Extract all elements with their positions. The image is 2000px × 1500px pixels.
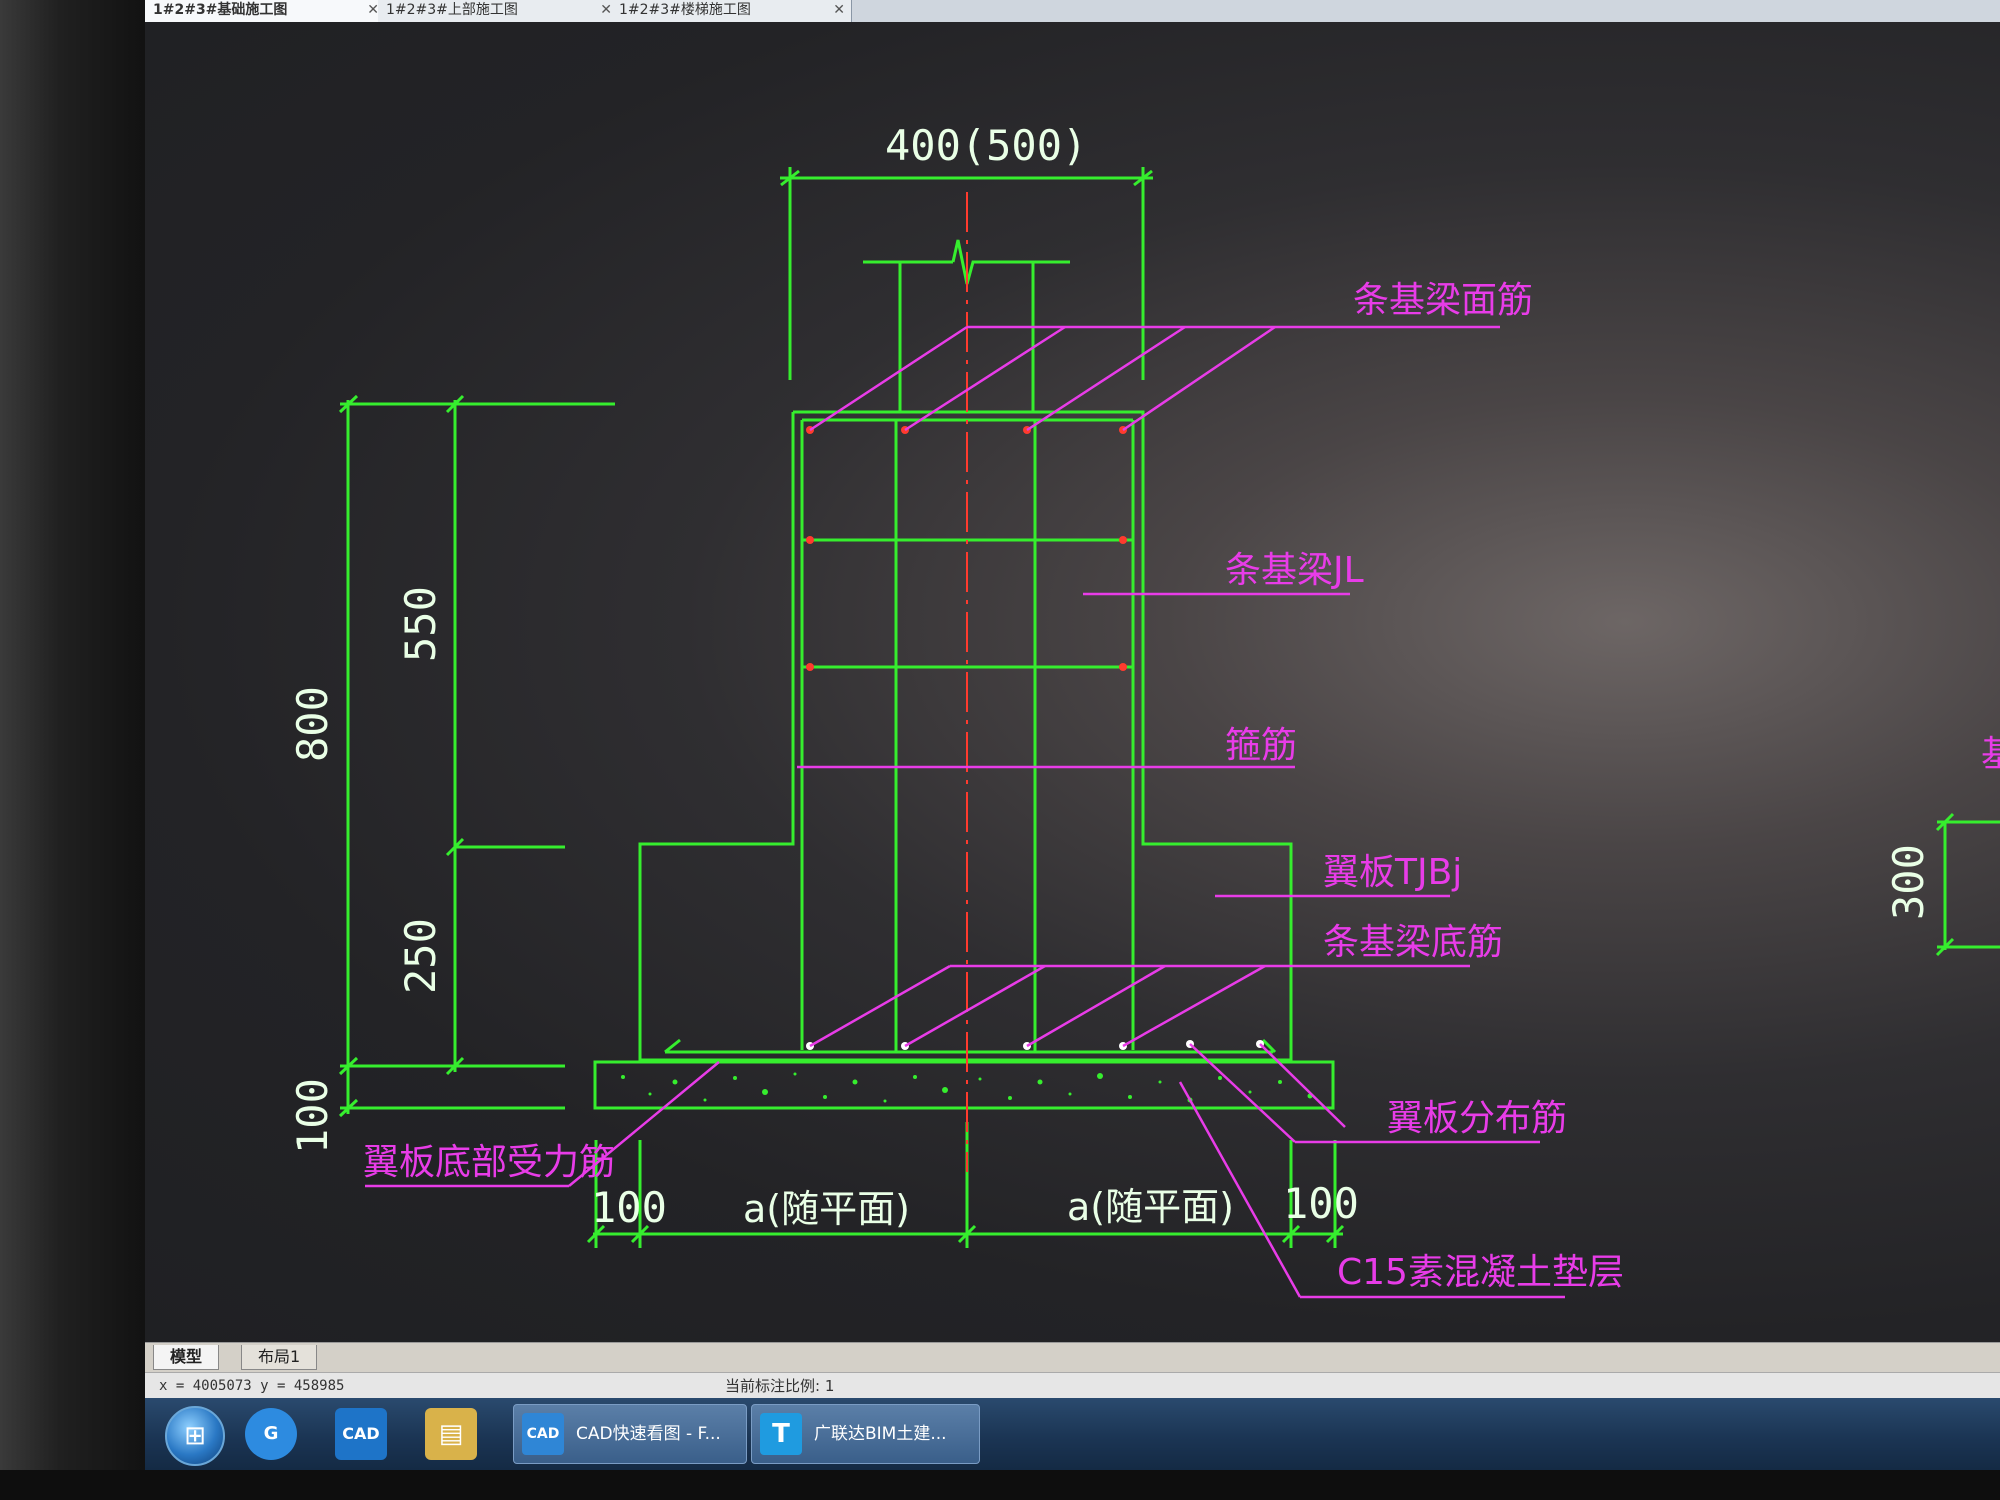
label-wing-bottom-bar: 翼板底部受力筋 xyxy=(363,1142,615,1183)
dim-300: 300 xyxy=(1884,844,1933,920)
start-button[interactable]: ⊞ xyxy=(165,1406,225,1466)
dim-800: 800 xyxy=(288,686,337,762)
doc-tab-foundation[interactable]: 1#2#3#基础施工图 ✕ xyxy=(145,0,386,22)
cad-drawing: 400(500) 800 550 250 100 300 100 100 a(随… xyxy=(288,121,2000,1299)
cursor-coordinates: x = 4005073 y = 458985 xyxy=(159,1378,345,1394)
screen: 1#2#3#基础施工图 ✕ 1#2#3#上部施工图 ✕ 1#2#3#楼梯施工图 ✕ xyxy=(145,0,2000,1470)
cad-app-icon[interactable]: CAD xyxy=(335,1408,387,1460)
task-label: 广联达BIM土建... xyxy=(814,1424,947,1444)
label-right-partial: 基 xyxy=(1981,734,2000,775)
dim-bottom-a-left: a(随平面) xyxy=(743,1187,910,1231)
doc-tab-label: 1#2#3#楼梯施工图 xyxy=(619,2,751,18)
taskbar: ⊞ G CAD ▤ CAD CAD快速看图 - F... T 广联达BIM土建.… xyxy=(145,1398,2000,1470)
dimension-texts-cn: a(随平面) a(随平面) xyxy=(743,1185,1234,1231)
dim-250: 250 xyxy=(396,918,445,994)
close-icon[interactable]: ✕ xyxy=(833,0,845,20)
doc-tab-label: 1#2#3#基础施工图 xyxy=(153,2,288,18)
label-wing-dist-bar: 翼板分布筋 xyxy=(1387,1098,1567,1139)
task-glodon-bim[interactable]: T 广联达BIM土建... xyxy=(751,1404,980,1464)
monitor-bezel-bottom xyxy=(0,1470,2000,1500)
dim-550: 550 xyxy=(396,586,445,662)
dim-top-width: 400(500) xyxy=(885,121,1087,170)
tab-model[interactable]: 模型 xyxy=(153,1345,220,1370)
label-beam-jl: 条基梁JL xyxy=(1225,550,1364,591)
task-label: CAD快速看图 - F... xyxy=(576,1424,721,1444)
beam-outline xyxy=(338,167,2000,1248)
annotation-labels: 条基梁面筋 条基梁JL 箍筋 翼板TJBj 条基梁底筋 翼板底部受力筋 翼板分布… xyxy=(363,280,2000,1293)
document-tab-bar: 1#2#3#基础施工图 ✕ 1#2#3#上部施工图 ✕ 1#2#3#楼梯施工图 ✕ xyxy=(145,0,2000,22)
drawing-canvas[interactable]: 400(500) 800 550 250 100 300 100 100 a(随… xyxy=(145,22,2000,1342)
doc-tab-superstructure[interactable]: 1#2#3#上部施工图 ✕ xyxy=(378,0,619,22)
label-beam-top-bar: 条基梁面筋 xyxy=(1353,280,1533,321)
cad-icon: CAD xyxy=(522,1413,564,1455)
status-bar: x = 4005073 y = 458985 当前标注比例: 1 xyxy=(145,1372,2000,1399)
dim-100-left: 100 xyxy=(288,1078,337,1154)
tab-layout1[interactable]: 布局1 xyxy=(241,1345,318,1370)
layout-tab-bar: 模型 布局1 xyxy=(145,1342,2000,1373)
dim-bottom-100-left: 100 xyxy=(591,1183,667,1232)
folder-icon[interactable]: ▤ xyxy=(425,1408,477,1460)
browser-icon[interactable]: G xyxy=(245,1408,297,1460)
annotation-scale: 当前标注比例: 1 xyxy=(725,1377,835,1395)
label-c15-cushion: C15素混凝土垫层 xyxy=(1337,1252,1624,1293)
glodon-icon: T xyxy=(760,1413,802,1455)
dim-bottom-100-right: 100 xyxy=(1283,1179,1359,1228)
label-wing-plate: 翼板TJBj xyxy=(1323,852,1462,893)
monitor-bezel xyxy=(0,0,150,1500)
label-stirrup: 箍筋 xyxy=(1225,725,1297,766)
task-cad-viewer[interactable]: CAD CAD快速看图 - F... xyxy=(513,1404,747,1464)
label-beam-bottom-bar: 条基梁底筋 xyxy=(1323,922,1503,963)
dim-bottom-a-right: a(随平面) xyxy=(1067,1185,1234,1229)
doc-tab-label: 1#2#3#上部施工图 xyxy=(386,2,518,18)
doc-tab-stairs[interactable]: 1#2#3#楼梯施工图 ✕ xyxy=(611,0,852,22)
